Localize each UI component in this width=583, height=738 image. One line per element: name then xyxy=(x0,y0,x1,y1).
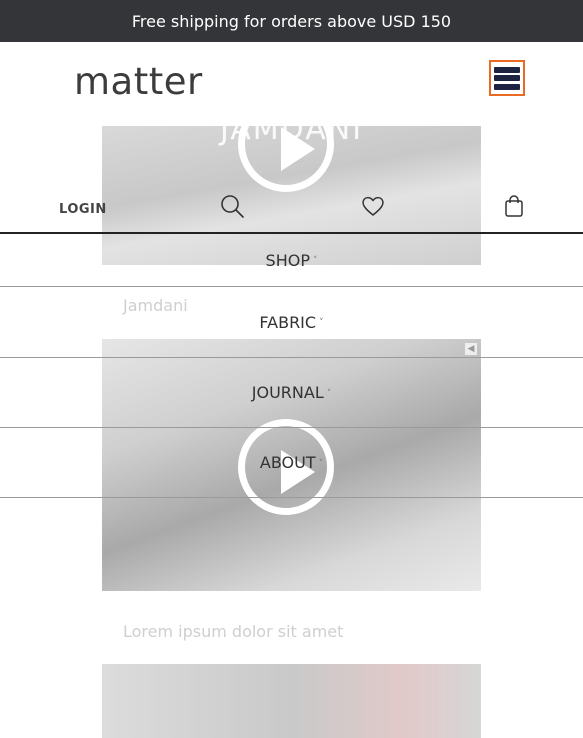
video-overlay-title: JAMDANI xyxy=(219,126,364,147)
main-nav-menu: SHOP ˅ FABRIC ˅ JOURNAL ˅ ABOUT ˅ xyxy=(0,234,583,498)
chevron-down-icon: ˅ xyxy=(319,318,324,328)
chevron-down-icon: ˅ xyxy=(312,256,318,266)
play-icon xyxy=(238,126,334,192)
nav-label: JOURNAL xyxy=(251,383,324,402)
heart-icon[interactable] xyxy=(360,193,386,219)
image-thumbnail-third xyxy=(102,664,481,738)
nav-label: FABRIC xyxy=(259,312,317,332)
nav-item-about[interactable]: ABOUT ˅ xyxy=(0,428,583,498)
chevron-down-icon: ˅ xyxy=(318,458,324,469)
hamburger-bar xyxy=(494,66,520,73)
announcement-text: Free shipping for orders above USD 150 xyxy=(131,11,452,31)
hamburger-bar xyxy=(494,83,520,90)
site-header: matter xyxy=(0,42,583,126)
site-logo[interactable]: matter xyxy=(74,60,203,103)
nav-item-fabric[interactable]: FABRIC ˅ xyxy=(0,287,583,358)
nav-item-journal[interactable]: JOURNAL ˅ xyxy=(0,358,583,428)
hamburger-bar xyxy=(494,75,520,81)
shopping-bag-icon[interactable] xyxy=(501,193,527,219)
search-icon[interactable] xyxy=(219,193,245,219)
nav-label: ABOUT xyxy=(259,453,316,472)
chevron-down-icon: ˅ xyxy=(326,388,332,399)
login-link[interactable]: LOGIN xyxy=(59,202,107,217)
caption-lorem: Lorem ipsum dolor sit amet xyxy=(123,622,344,641)
utility-bar: LOGIN xyxy=(0,190,583,232)
announcement-bar: Free shipping for orders above USD 150 xyxy=(0,0,583,42)
nav-item-shop[interactable]: SHOP ˅ xyxy=(0,234,583,287)
hamburger-menu-icon[interactable] xyxy=(489,60,525,96)
nav-label: SHOP xyxy=(265,250,310,270)
